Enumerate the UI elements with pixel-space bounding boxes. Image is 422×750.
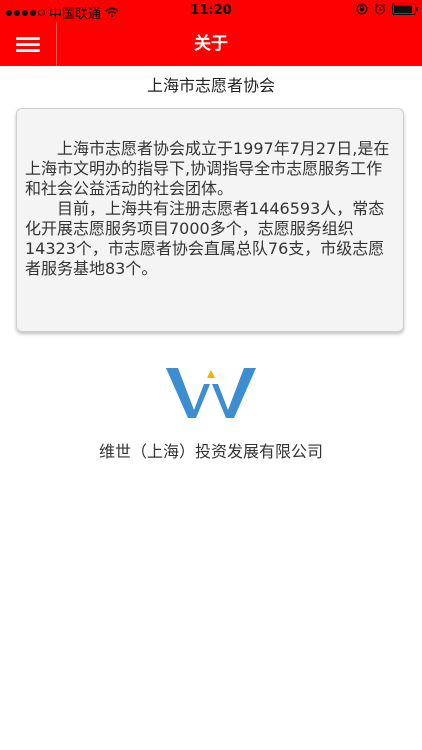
org-title: 上海市志愿者协会: [146, 76, 275, 95]
page-title: 关于: [194, 34, 228, 54]
status-bar: 中国联通 11:20: [0, 0, 422, 22]
company-name: 维世（上海）投资发展有限公司: [98, 442, 323, 461]
about-paragraph-1: 上海市志愿者协会成立于1997年7月27日,是在上海市文明办的指导下,协调指导全…: [25, 139, 390, 198]
hamburger-menu-icon: [16, 35, 40, 53]
status-right: [356, 3, 418, 15]
rotation-lock-icon: [356, 3, 368, 15]
about-card: 上海市志愿者协会成立于1997年7月27日,是在上海市文明办的指导下,协调指导全…: [16, 108, 404, 332]
menu-button[interactable]: [0, 22, 57, 66]
battery-icon: [392, 3, 418, 15]
nav-bar: 关于: [0, 22, 422, 66]
alarm-icon: [374, 3, 386, 15]
about-paragraph-2: 目前，上海共有注册志愿者1446593人，常态化开展志愿服务项目7000多个，志…: [25, 199, 385, 278]
company-logo-icon: [166, 368, 256, 418]
